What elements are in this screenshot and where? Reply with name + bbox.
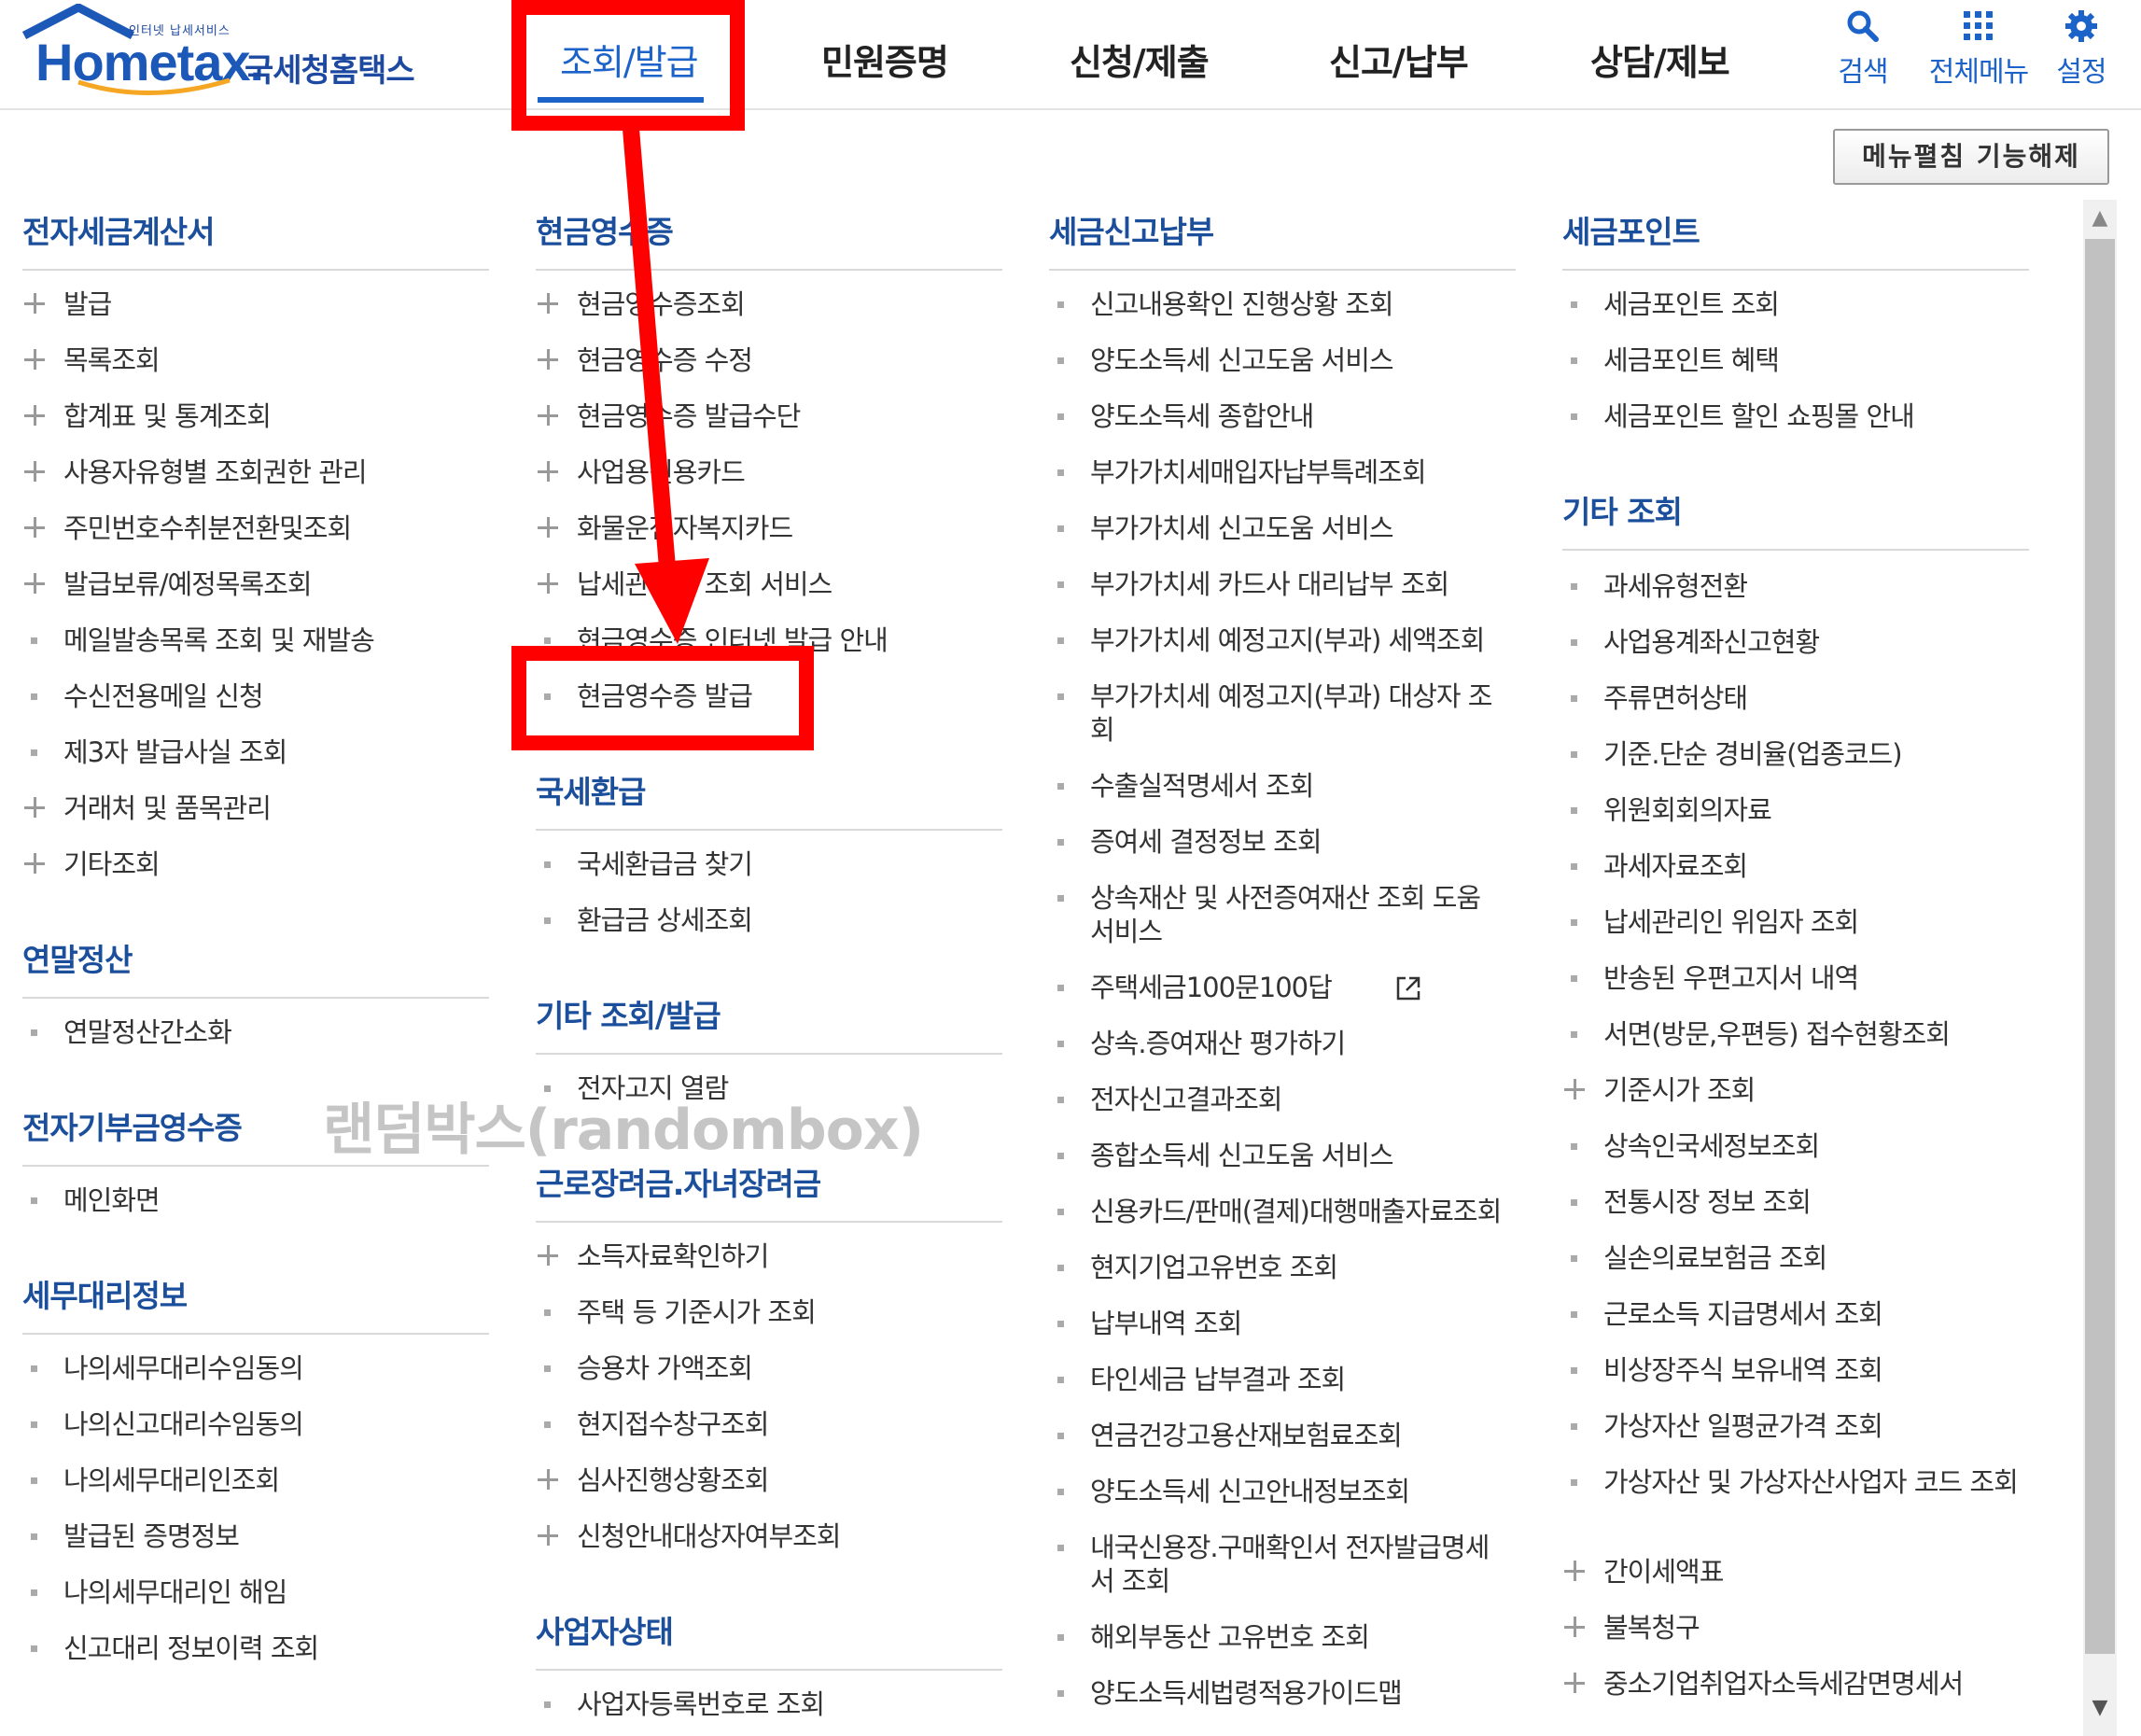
annotation-arrow-icon — [623, 128, 709, 644]
watermark: 랜덤박스(randombox) — [323, 1098, 924, 1163]
